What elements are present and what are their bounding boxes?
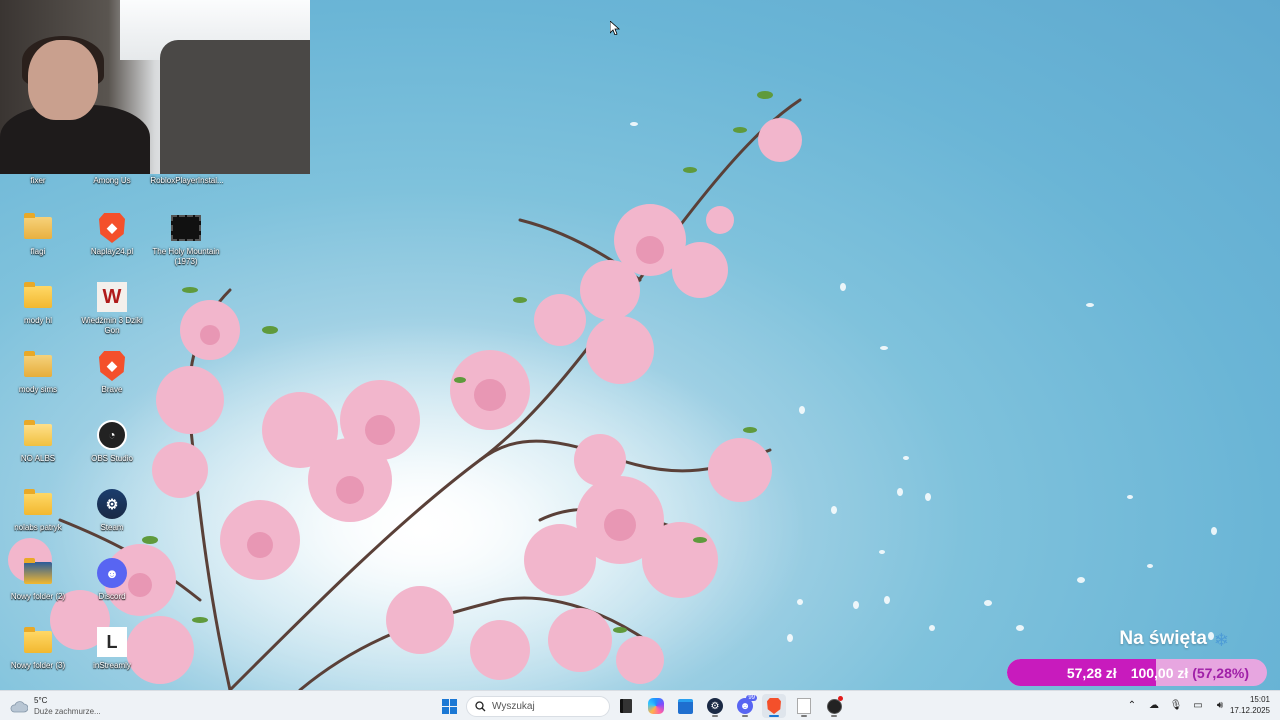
discord-badge: 99 (746, 695, 757, 701)
taskbar-discord[interactable]: ☻ 99 (733, 694, 757, 718)
chevron-up-icon[interactable]: ⌃ (1124, 697, 1140, 713)
weather-temp: 5°C (34, 696, 48, 705)
desktop-icon-mody-hl[interactable]: mody hl (0, 277, 76, 343)
desktop-icon-nolabs[interactable]: nolabs patryk (0, 484, 76, 550)
mouse-cursor-icon (610, 21, 620, 35)
desktop-icon-label: Naplay24.pl (90, 247, 134, 256)
desktop-icon-label: NO ALBS (20, 454, 56, 463)
desktop-icon-label: OBS Studio (91, 454, 133, 463)
folder-icon (22, 212, 54, 244)
search-icon (475, 701, 486, 712)
desktop-icon-label: Nowy folder (2) (10, 592, 66, 601)
obs-icon: ◔ (96, 419, 128, 451)
desktop-icon-naplay[interactable]: ◆ Naplay24.pl (74, 208, 150, 274)
donation-current: 57,28 zł (1066, 664, 1117, 681)
desktop-icon-wiedzmin[interactable]: W Wiedźmin 3 Dziki Gon (74, 277, 150, 343)
desktop-icon-brave[interactable]: ◆ Brave (74, 346, 150, 412)
notepad-icon (797, 698, 811, 714)
donation-goal-value: 100,00 zł (1130, 664, 1189, 681)
taskbar-brave[interactable] (762, 694, 786, 718)
webcam-overlay (0, 0, 310, 174)
active-indicator (769, 715, 779, 717)
desktop-icon-label: The Holy Mountain (1973) (152, 247, 220, 266)
taskbar-store[interactable] (673, 694, 697, 718)
active-indicator (831, 715, 837, 717)
steam-icon: ⚙ (707, 698, 723, 714)
clock-time: 15:01 (1249, 695, 1270, 704)
onedrive-icon[interactable]: ☁ (1146, 697, 1162, 713)
search-input[interactable] (492, 701, 602, 712)
active-indicator (742, 715, 748, 717)
steam-icon: ⚙ (96, 488, 128, 520)
folder-icon (22, 557, 54, 589)
desktop-icon-label: flagi (30, 247, 46, 256)
webcam-couch (160, 40, 310, 174)
taskbar-copilot[interactable] (644, 694, 668, 718)
donation-goal-widget: Na święta ❄ 57,28 zł 100,00 zł (57,28%) (1007, 624, 1267, 688)
desktop-icon-instreamly[interactable]: L inStreamly (74, 622, 150, 688)
weather-widget[interactable]: 5°C Duże zachmurze... (10, 695, 101, 717)
donation-progress-text: 57,28 zł 100,00 zł (57,28%) (1007, 659, 1267, 686)
desktop-icon-discord[interactable]: ☻ Discord (74, 553, 150, 619)
start-button[interactable] (437, 694, 461, 718)
taskbar-file-explorer[interactable] (614, 694, 638, 718)
donation-percent: (57,28%) (1192, 664, 1249, 681)
desktop-icon-steam[interactable]: ⚙ Steam (74, 484, 150, 550)
desktop-icons: flagi ◆ Naplay24.pl The Holy Mountain (1… (0, 174, 230, 684)
desktop-icon-no-albs[interactable]: NO ALBS (0, 415, 76, 481)
clock-date: 17.12.2025 (1229, 706, 1270, 715)
volume-icon[interactable]: 🔊︎ (1212, 697, 1228, 713)
obs-recording-dot (838, 696, 843, 701)
desktop-icon-label: mody hl (23, 316, 52, 325)
desktop-icon-label: nolabs patryk (14, 523, 62, 532)
desktop-icon-label: Steam (100, 523, 124, 532)
desktop-icon-label: Brave (101, 385, 123, 394)
discord-icon: ☻ (96, 557, 128, 589)
desktop-icon-nowy-folder-2[interactable]: Nowy folder (2) (0, 553, 76, 619)
folder-icon (22, 350, 54, 382)
folder-icon (22, 419, 54, 451)
snowflake-icon: ❄ (1213, 630, 1229, 650)
desktop-icon-label: inStreamly (93, 661, 131, 670)
desktop-icon-holy-mountain[interactable]: The Holy Mountain (1973) (148, 208, 224, 274)
desktop-icon-mody-sims[interactable]: mody sims (0, 346, 76, 412)
brave-icon: ◆ (96, 350, 128, 382)
webcam-person-face (28, 40, 98, 120)
copilot-icon (648, 698, 664, 714)
file-explorer-icon (620, 699, 632, 713)
network-icon[interactable]: ▭ (1190, 697, 1206, 713)
microphone-icon[interactable]: 🎙︎ (1168, 697, 1184, 713)
taskbar-search[interactable] (466, 696, 610, 717)
taskbar-obs[interactable] (822, 694, 846, 718)
donation-goal-amount: 100,00 zł (57,28%) (1131, 665, 1249, 681)
active-indicator (712, 715, 718, 717)
weather-desc: Duże zachmurze... (34, 707, 101, 716)
brave-icon (767, 698, 781, 714)
system-tray: ⌃ ☁ 🎙︎ ▭ 🔊︎ (1124, 697, 1228, 713)
desktop-icon-flagi[interactable]: flagi (0, 208, 76, 274)
taskbar: 5°C Duże zachmurze... ⚙ ☻ 99 (0, 690, 1280, 720)
taskbar-notepad[interactable] (792, 694, 816, 718)
taskbar-clock[interactable]: 15:01 17.12.2025 (1230, 694, 1270, 716)
donation-goal-title: Na święta (1119, 628, 1207, 649)
active-indicator (801, 715, 807, 717)
desktop-icon-obs[interactable]: ◔ OBS Studio (74, 415, 150, 481)
store-icon (677, 698, 693, 714)
folder-icon (22, 626, 54, 658)
desktop-icon-label: Discord (98, 592, 126, 601)
desktop-icon-label: Wiedźmin 3 Dziki Gon (81, 316, 143, 335)
windows-logo-icon (441, 698, 457, 714)
brave-icon: ◆ (96, 212, 128, 244)
desktop-icon-label: mody sims (18, 385, 58, 394)
donation-progress-bar: 57,28 zł 100,00 zł (57,28%) (1007, 659, 1267, 686)
video-file-icon (170, 212, 202, 244)
taskbar-steam[interactable]: ⚙ (703, 694, 727, 718)
folder-icon (22, 281, 54, 313)
instreamly-icon: L (96, 626, 128, 658)
cloud-icon (10, 701, 28, 713)
desktop-icon-label: Nowy folder (3) (10, 661, 66, 670)
desktop-icon-nowy-folder-3[interactable]: Nowy folder (3) (0, 622, 76, 688)
folder-icon (22, 488, 54, 520)
witcher-icon: W (96, 281, 128, 313)
